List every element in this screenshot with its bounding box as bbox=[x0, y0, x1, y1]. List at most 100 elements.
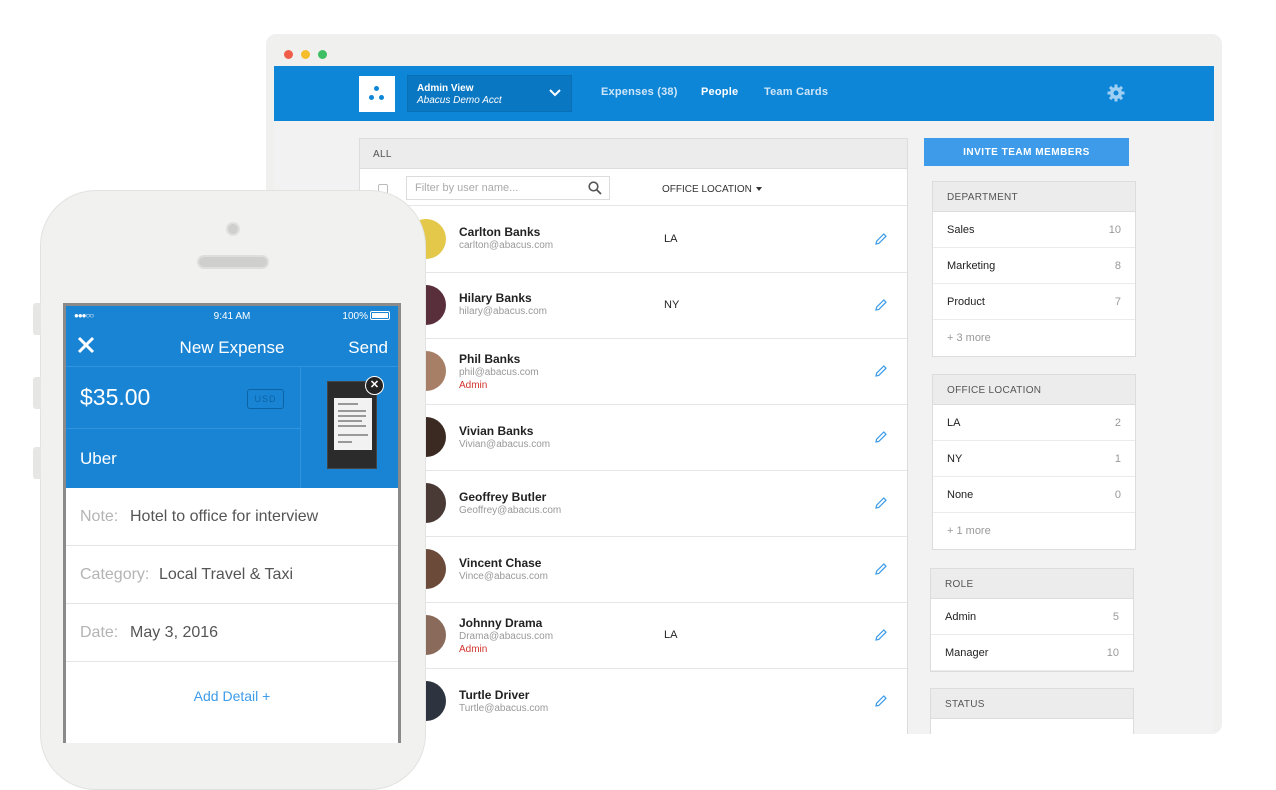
office-location-column-header[interactable]: OFFICE LOCATION bbox=[662, 184, 762, 195]
add-detail-button[interactable]: Add Detail + bbox=[66, 688, 398, 704]
filter-item-product[interactable]: Product 7 bbox=[933, 284, 1135, 320]
account-switcher[interactable]: Admin View Abacus Demo Acct bbox=[407, 75, 572, 112]
person-name: Carlton Banks bbox=[459, 225, 541, 239]
filter-item-count: 2 bbox=[1114, 417, 1121, 429]
category-field[interactable]: Category: Local Travel & Taxi bbox=[66, 546, 398, 604]
filter-item-label: Sales bbox=[947, 224, 975, 236]
phone-speaker bbox=[197, 255, 269, 269]
filter-item-label: LA bbox=[947, 417, 961, 429]
pencil-icon[interactable] bbox=[874, 694, 888, 708]
filter-item-label: Admin bbox=[945, 611, 977, 623]
pencil-icon[interactable] bbox=[874, 496, 888, 510]
role-filter: ROLE Admin 5 Manager 10 bbox=[930, 568, 1134, 672]
person-email: Turtle@abacus.com bbox=[459, 703, 549, 714]
user-search-input[interactable] bbox=[406, 176, 610, 200]
window-minimize-dot[interactable] bbox=[301, 50, 310, 59]
filter-item-admin[interactable]: Admin 5 bbox=[931, 599, 1133, 635]
currency-selector[interactable]: USD bbox=[247, 389, 284, 409]
filter-item-none[interactable]: None 0 bbox=[933, 477, 1135, 513]
note-field[interactable]: Note: Hotel to office for interview bbox=[66, 488, 398, 546]
phone-screen: ●●●○○ 9:41 AM 100% New Expense Send $35.… bbox=[63, 303, 401, 743]
chevron-down-icon bbox=[549, 89, 561, 97]
account-view-label: Admin View bbox=[417, 83, 474, 94]
window-maximize-dot[interactable] bbox=[318, 50, 327, 59]
table-row[interactable]: Hilary Banks hilary@abacus.com NY bbox=[360, 273, 907, 339]
table-row[interactable]: Turtle Driver Turtle@abacus.com bbox=[360, 669, 907, 734]
account-name-label: Abacus Demo Acct bbox=[417, 95, 502, 106]
invite-team-members-button[interactable]: INVITE TEAM MEMBERS bbox=[924, 138, 1129, 166]
filter-item-sales[interactable]: Sales 10 bbox=[933, 212, 1135, 248]
pencil-icon[interactable] bbox=[874, 298, 888, 312]
department-more-link[interactable]: + 3 more bbox=[933, 320, 1135, 356]
nav-tab-expenses[interactable]: Expenses (38) bbox=[601, 86, 678, 98]
pencil-icon[interactable] bbox=[874, 628, 888, 642]
note-label: Note: bbox=[80, 508, 119, 525]
person-email: Drama@abacus.com bbox=[459, 631, 554, 642]
search-icon[interactable] bbox=[588, 181, 602, 195]
table-row[interactable]: Vivian Banks Vivian@abacus.com bbox=[360, 405, 907, 471]
table-row[interactable]: Vincent Chase Vince@abacus.com bbox=[360, 537, 907, 603]
gear-icon[interactable] bbox=[1107, 84, 1125, 102]
role-filter-title: ROLE bbox=[931, 569, 1133, 599]
window-close-dot[interactable] bbox=[284, 50, 293, 59]
pencil-icon[interactable] bbox=[874, 364, 888, 378]
filter-item-count: 8 bbox=[1114, 260, 1121, 272]
person-name: Geoffrey Butler bbox=[459, 490, 547, 504]
pencil-icon[interactable] bbox=[874, 430, 888, 444]
filter-item-count: 10 bbox=[1108, 224, 1121, 236]
table-header: ALL bbox=[360, 139, 907, 169]
department-filter-title: DEPARTMENT bbox=[933, 182, 1135, 212]
phone-device: ●●●○○ 9:41 AM 100% New Expense Send $35.… bbox=[33, 190, 426, 790]
filter-item-label: NY bbox=[947, 453, 963, 465]
person-role-badge: Admin bbox=[459, 644, 488, 655]
receipt-thumbnail[interactable] bbox=[327, 381, 377, 469]
merchant-field[interactable]: Uber bbox=[66, 428, 300, 488]
people-table: ALL OFFICE LOCATION Carlton Banks carlto… bbox=[359, 138, 908, 734]
filter-item-la[interactable]: LA 2 bbox=[933, 405, 1135, 441]
filter-row: OFFICE LOCATION bbox=[360, 170, 907, 206]
filter-item-manager[interactable]: Manager 10 bbox=[931, 635, 1133, 671]
person-email: Vince@abacus.com bbox=[459, 571, 548, 582]
remove-receipt-icon[interactable]: ✕ bbox=[365, 376, 384, 395]
office-location-more-link[interactable]: + 1 more bbox=[933, 513, 1135, 549]
pencil-icon[interactable] bbox=[874, 562, 888, 576]
phone-side-button bbox=[33, 377, 41, 409]
nav-tab-people[interactable]: People bbox=[701, 86, 738, 98]
person-email: phil@abacus.com bbox=[459, 367, 539, 378]
filter-item-label: Product bbox=[947, 296, 985, 308]
table-row[interactable]: Carlton Banks carlton@abacus.com LA bbox=[360, 207, 907, 273]
office-location-filter: OFFICE LOCATION LA 2 NY 1 None 0 + 1 more bbox=[932, 374, 1136, 550]
person-name: Johnny Drama bbox=[459, 616, 543, 630]
table-row[interactable]: Phil Banks phil@abacus.com Admin bbox=[360, 339, 907, 405]
status-filter-title: STATUS bbox=[931, 689, 1133, 719]
filter-item-count: 1 bbox=[1114, 453, 1121, 465]
date-field[interactable]: Date: May 3, 2016 bbox=[66, 604, 398, 662]
phone-side-button bbox=[33, 303, 41, 335]
nav-tab-team-cards[interactable]: Team Cards bbox=[764, 86, 828, 98]
person-name: Hilary Banks bbox=[459, 291, 532, 305]
person-email: carlton@abacus.com bbox=[459, 240, 554, 251]
table-row[interactable]: Geoffrey Butler Geoffrey@abacus.com bbox=[360, 471, 907, 537]
person-location: NY bbox=[664, 299, 680, 311]
abacus-logo-icon[interactable] bbox=[359, 76, 395, 112]
filter-item-marketing[interactable]: Marketing 8 bbox=[933, 248, 1135, 284]
caret-down-icon bbox=[755, 187, 762, 192]
category-value: Local Travel & Taxi bbox=[159, 566, 293, 583]
receipt-area: ✕ bbox=[300, 366, 398, 488]
person-email: hilary@abacus.com bbox=[459, 306, 547, 317]
send-button[interactable]: Send bbox=[348, 338, 388, 358]
filter-item-count: 10 bbox=[1106, 647, 1119, 659]
battery-percent: 100% bbox=[342, 311, 368, 322]
all-filter-label: ALL bbox=[373, 149, 392, 160]
date-label: Date: bbox=[80, 624, 119, 641]
filter-item-ny[interactable]: NY 1 bbox=[933, 441, 1135, 477]
office-location-filter-title: OFFICE LOCATION bbox=[933, 375, 1135, 405]
expense-navbar: New Expense Send bbox=[66, 326, 398, 366]
amount-field[interactable]: $35.00 USD bbox=[66, 366, 300, 428]
phone-status-bar: ●●●○○ 9:41 AM 100% bbox=[66, 306, 398, 326]
table-row[interactable]: Johnny Drama Drama@abacus.com Admin LA bbox=[360, 603, 907, 669]
amount-value: $35.00 bbox=[80, 384, 151, 410]
pencil-icon[interactable] bbox=[874, 232, 888, 246]
phone-side-button bbox=[33, 447, 41, 479]
battery-icon bbox=[370, 311, 390, 320]
